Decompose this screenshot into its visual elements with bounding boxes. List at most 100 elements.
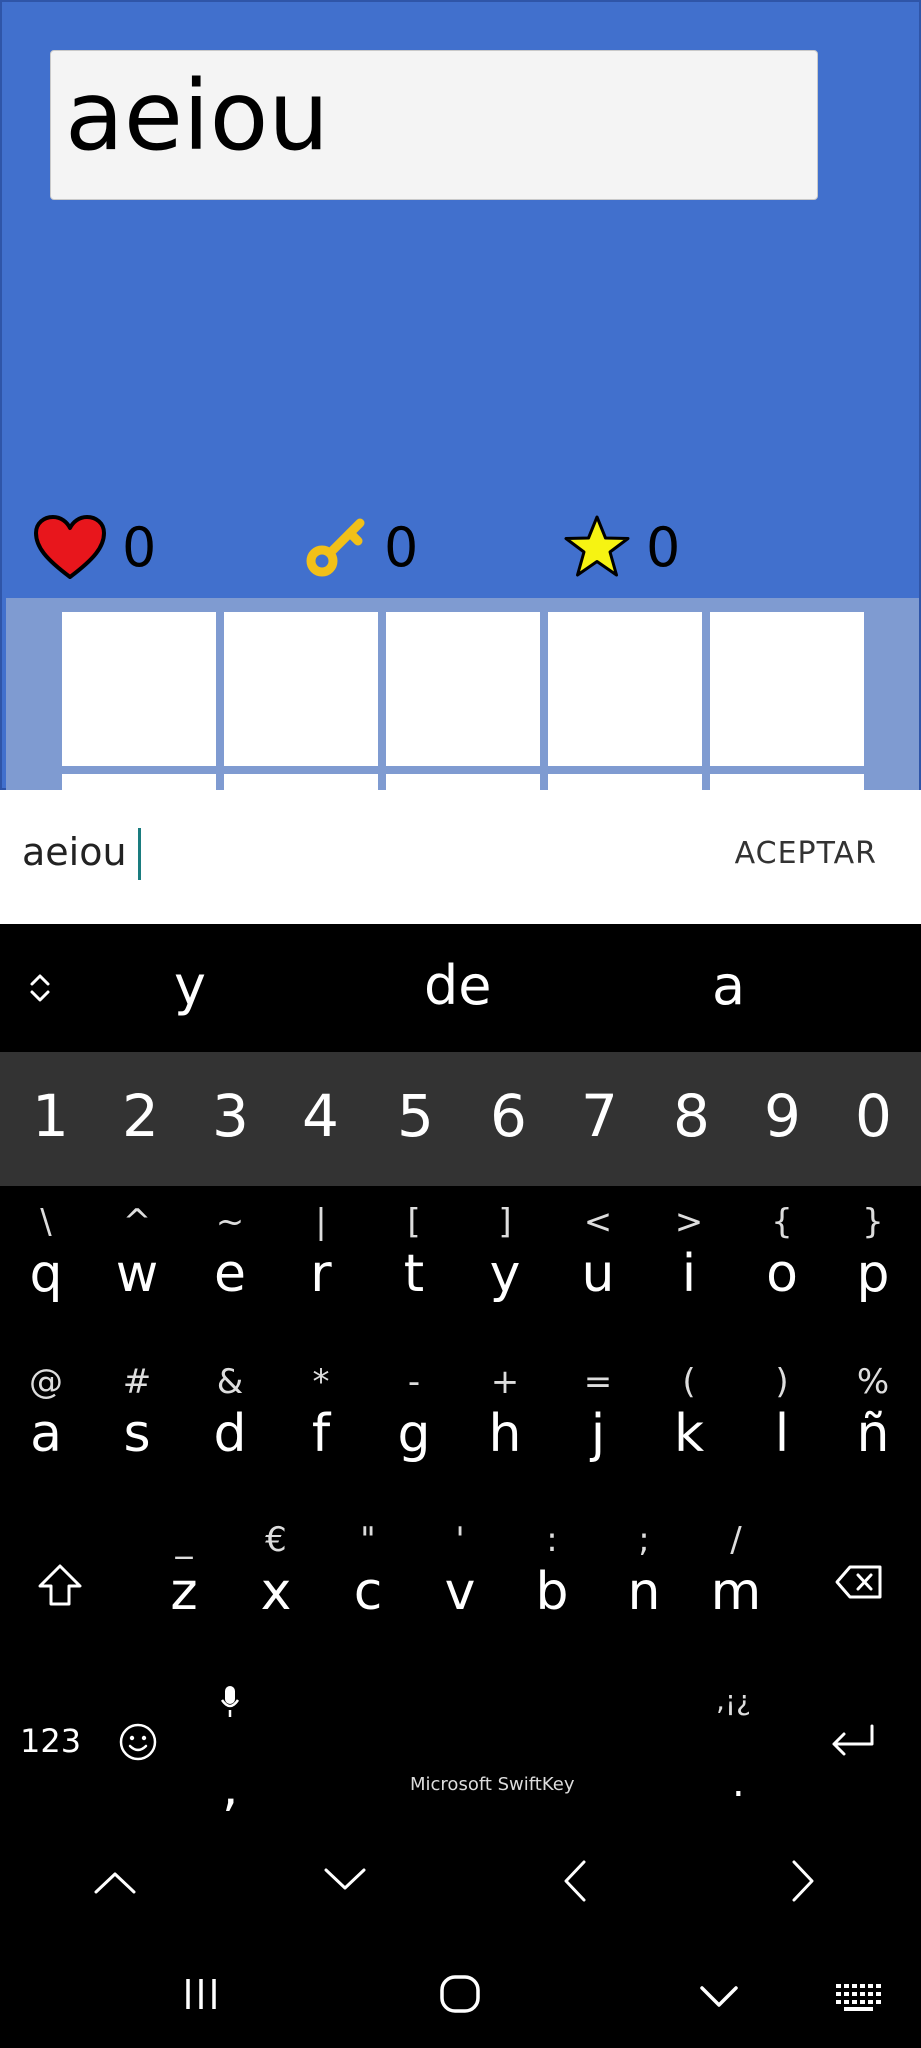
key-enye[interactable]: % ñ xyxy=(833,1360,913,1464)
key-q[interactable]: \ q xyxy=(6,1200,86,1304)
key-primary: e xyxy=(214,1244,246,1304)
key-primary: l xyxy=(774,1404,790,1464)
letter-grid xyxy=(6,598,919,804)
key-9[interactable]: 9 xyxy=(764,1082,801,1150)
key-secondary: = xyxy=(583,1362,613,1402)
key-u[interactable]: < u xyxy=(558,1200,638,1304)
grid-cell[interactable] xyxy=(548,612,702,766)
key-w[interactable]: ^ w xyxy=(97,1200,177,1304)
key-0[interactable]: 0 xyxy=(855,1082,892,1150)
key-secondary: € xyxy=(265,1520,287,1560)
key-k[interactable]: (k xyxy=(649,1360,729,1464)
key-r[interactable]: | r xyxy=(281,1200,361,1304)
key-s[interactable]: # s xyxy=(97,1360,177,1464)
key-primary: w xyxy=(115,1244,159,1304)
key-o[interactable]: {o xyxy=(742,1200,822,1304)
key-secondary: _ xyxy=(175,1520,193,1560)
enter-icon[interactable] xyxy=(828,1722,878,1758)
emoji-icon[interactable] xyxy=(118,1722,158,1762)
key-1[interactable]: 1 xyxy=(32,1082,69,1150)
key-primary: ñ xyxy=(856,1404,890,1464)
backspace-icon[interactable] xyxy=(834,1564,884,1600)
answer-input[interactable]: aeiou xyxy=(22,830,127,874)
key-t[interactable]: [t xyxy=(374,1200,454,1304)
key-i[interactable]: > i xyxy=(649,1200,729,1304)
punctuation-label: ,¡¿ xyxy=(716,1684,751,1717)
key-primary: q xyxy=(29,1244,63,1304)
hide-keyboard-icon[interactable] xyxy=(698,1984,740,2010)
arrow-left-icon[interactable] xyxy=(560,1858,588,1904)
accept-button[interactable]: ACEPTAR xyxy=(735,836,877,871)
key-secondary: # xyxy=(122,1362,152,1402)
key-secondary: - xyxy=(407,1362,421,1402)
key-a[interactable]: @ a xyxy=(6,1360,86,1464)
key-primary: r xyxy=(310,1244,332,1304)
grid-cell[interactable] xyxy=(710,612,864,766)
key-3[interactable]: 3 xyxy=(212,1082,249,1150)
key-v[interactable]: ' v xyxy=(420,1518,500,1622)
key-primary: n xyxy=(627,1562,661,1622)
microphone-icon[interactable] xyxy=(218,1684,242,1720)
numbers-mode-key[interactable]: 123 xyxy=(20,1722,81,1760)
key-primary: p xyxy=(856,1244,890,1304)
key-b[interactable]: :b xyxy=(512,1518,592,1622)
key-secondary: ( xyxy=(682,1362,696,1402)
comma-key[interactable]: , xyxy=(222,1758,239,1818)
key-m[interactable]: / m xyxy=(696,1518,776,1622)
key-secondary: @ xyxy=(29,1362,63,1402)
shift-icon[interactable] xyxy=(36,1562,84,1608)
key-4[interactable]: 4 xyxy=(302,1082,339,1150)
key-d[interactable]: & d xyxy=(190,1360,270,1464)
key-c[interactable]: " c xyxy=(328,1518,408,1622)
key-primary: c xyxy=(353,1562,383,1622)
key-h[interactable]: + h xyxy=(465,1360,545,1464)
key-g[interactable]: -g xyxy=(374,1360,454,1464)
key-secondary: " xyxy=(360,1520,376,1560)
keys-stat: 0 xyxy=(302,507,418,587)
key-7[interactable]: 7 xyxy=(581,1082,618,1150)
key-e[interactable]: ~ e xyxy=(190,1200,270,1304)
key-5[interactable]: 5 xyxy=(397,1082,434,1150)
suggestion-2[interactable]: de xyxy=(424,954,492,1017)
suggestion-3[interactable]: a xyxy=(712,954,745,1017)
key-8[interactable]: 8 xyxy=(673,1082,710,1150)
key-j[interactable]: = j xyxy=(558,1360,638,1464)
key-z[interactable]: _ z xyxy=(144,1518,224,1622)
key-2[interactable]: 2 xyxy=(122,1082,159,1150)
grid-cell[interactable] xyxy=(62,612,216,766)
star-icon xyxy=(564,515,630,577)
game-area: aeiou 0 0 0 xyxy=(0,0,921,804)
spacebar[interactable]: Microsoft SwiftKey xyxy=(410,1774,575,1795)
key-secondary: > xyxy=(674,1202,704,1242)
key-primary: y xyxy=(489,1244,521,1304)
key-primary: v xyxy=(444,1562,476,1622)
key-f[interactable]: * f xyxy=(281,1360,361,1464)
suggestion-bar: y de a xyxy=(0,924,921,1052)
grid-cell[interactable] xyxy=(386,612,540,766)
home-icon[interactable] xyxy=(438,1974,482,2014)
suggestion-1[interactable]: y xyxy=(174,954,206,1017)
key-primary: f xyxy=(311,1404,331,1464)
key-6[interactable]: 6 xyxy=(490,1082,527,1150)
grid-cell[interactable] xyxy=(224,612,378,766)
key-secondary: < xyxy=(583,1202,613,1242)
keyboard-switch-icon[interactable] xyxy=(834,1982,884,2012)
key-p[interactable]: } p xyxy=(833,1200,913,1304)
key-y[interactable]: ] y xyxy=(465,1200,545,1304)
period-key[interactable]: . xyxy=(732,1760,745,1806)
key-secondary: ) xyxy=(775,1362,789,1402)
key-x[interactable]: € x xyxy=(236,1518,316,1622)
recent-apps-icon[interactable] xyxy=(182,1976,220,2012)
key-n[interactable]: ; n xyxy=(604,1518,684,1622)
expand-toggle-icon[interactable] xyxy=(22,970,58,1006)
key-secondary: [ xyxy=(407,1202,421,1242)
key-primary: x xyxy=(260,1562,292,1622)
key-secondary: ; xyxy=(638,1520,650,1560)
input-bar: aeiou ACEPTAR xyxy=(0,790,921,924)
key-l[interactable]: ) l xyxy=(742,1360,822,1464)
arrow-down-icon[interactable] xyxy=(322,1866,368,1894)
arrow-right-icon[interactable] xyxy=(790,1858,818,1904)
stars-stat: 0 xyxy=(562,507,680,587)
arrow-up-icon[interactable] xyxy=(92,1868,138,1896)
stars-count: 0 xyxy=(646,515,681,579)
